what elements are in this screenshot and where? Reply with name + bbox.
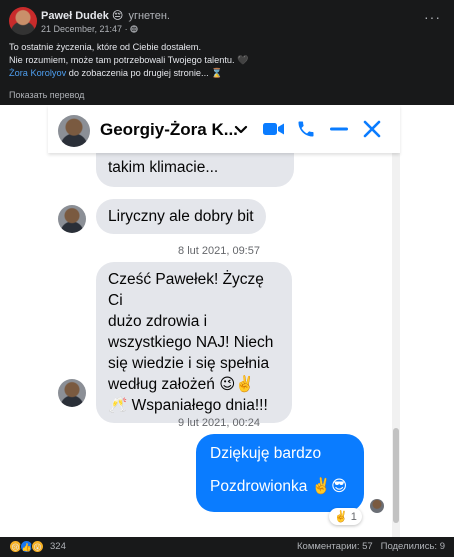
message-line: się wiedzie i się spełnia [108,355,270,372]
chat-screenshot: Georgiy-Żora K... takim klimacie... Liry… [0,105,454,537]
shares-count[interactable]: Поделились: 9 [381,541,445,552]
contact-avatar [58,205,86,233]
post-text: To ostatnie życzenia, które od Ciebie do… [9,41,445,80]
post-footer: 😢 👍 😮 324 Комментарии: 57 Поделились: 9 [0,537,454,557]
post-text-line: Żora Korolyov do zobaczenia po drugiej s… [9,67,445,80]
message-line: Cześć Pawełek! Życzę Ci [108,271,264,309]
message-timestamp: 9 lut 2021, 00:24 [178,417,260,429]
post-text-rest: do zobaczenia po drugiej stronie... ⌛ [66,68,223,78]
post-meta: 21 December, 21:47 · [41,24,138,34]
message-line: Pozdrowionka ✌️😎 [210,478,348,495]
message-line [210,464,350,476]
reaction-count: 1 [350,511,357,523]
author-name[interactable]: Paweł Dudek [41,10,109,22]
video-call-icon [263,123,284,135]
post-timestamp[interactable]: 21 December, 21:47 [41,24,122,34]
scrollbar-thumb[interactable] [393,428,399,523]
message-line: Dziękuję bardzo [210,445,322,462]
close-icon [363,120,381,138]
message-bubble-in: Liryczny ale dobry bit [96,199,266,234]
post-text-line: Nie rozumiem, może tam potrzebowali Twoj… [9,55,249,65]
comments-count[interactable]: Комментарии: 57 [297,541,373,552]
more-dots-icon[interactable]: ··· [424,10,441,24]
chevron-down-icon [234,125,248,134]
phone-icon [298,121,314,137]
scrollbar[interactable] [392,153,400,537]
author-avatar[interactable] [9,7,37,35]
translate-link[interactable]: Показать перевод [9,90,84,100]
message-text: takim klimacie... [108,159,219,176]
mention-link[interactable]: Żora Korolyov [9,68,66,78]
wow-reaction-icon: 😮 [31,540,44,553]
contact-name: Georgiy-Żora K... [100,120,238,139]
message-bubble-out: Dziękuję bardzo Pozdrowionka ✌️😎 [196,434,364,512]
globe-icon [130,25,138,33]
message-bubble-in: Cześć Pawełek! Życzę Ci dużo zdrowia i w… [96,262,292,423]
mood-emoji: 😔 [111,10,124,22]
message-text: Liryczny ale dobry bit [108,208,254,225]
author-line: Paweł Dudek 😔 угнетен. [41,9,170,22]
feeling-text: угнетен. [128,10,170,22]
message-line: 🥂 Wspaniałego dnia!!! [108,397,268,414]
reaction-emoji: ✌️ [334,511,348,523]
reaction-count: 324 [50,541,66,552]
seen-avatar [370,499,384,513]
minimize-icon [330,127,348,131]
message-line: wszystkiego NAJ! Niech [108,334,274,351]
contact-avatar [58,115,90,147]
contact-avatar [58,379,86,407]
message-line: według założeń 😉✌️ [108,376,255,393]
reaction-summary[interactable]: 😢 👍 😮 324 [9,540,66,553]
message-line: dużo zdrowia i [108,313,208,330]
engagement-stats: Комментарии: 57 Поделились: 9 [297,541,445,552]
chat-header: Georgiy-Żora K... [48,105,400,153]
message-timestamp: 8 lut 2021, 09:57 [178,245,260,257]
message-reaction[interactable]: ✌️ 1 [329,508,362,525]
meta-separator: · [124,24,128,34]
post-text-line: To ostatnie życzenia, które od Ciebie do… [9,42,202,52]
chat-area: takim klimacie... Liryczny ale dobry bit… [48,139,400,537]
post-header: Paweł Dudek 😔 угнетен. 21 December, 21:4… [9,7,445,37]
